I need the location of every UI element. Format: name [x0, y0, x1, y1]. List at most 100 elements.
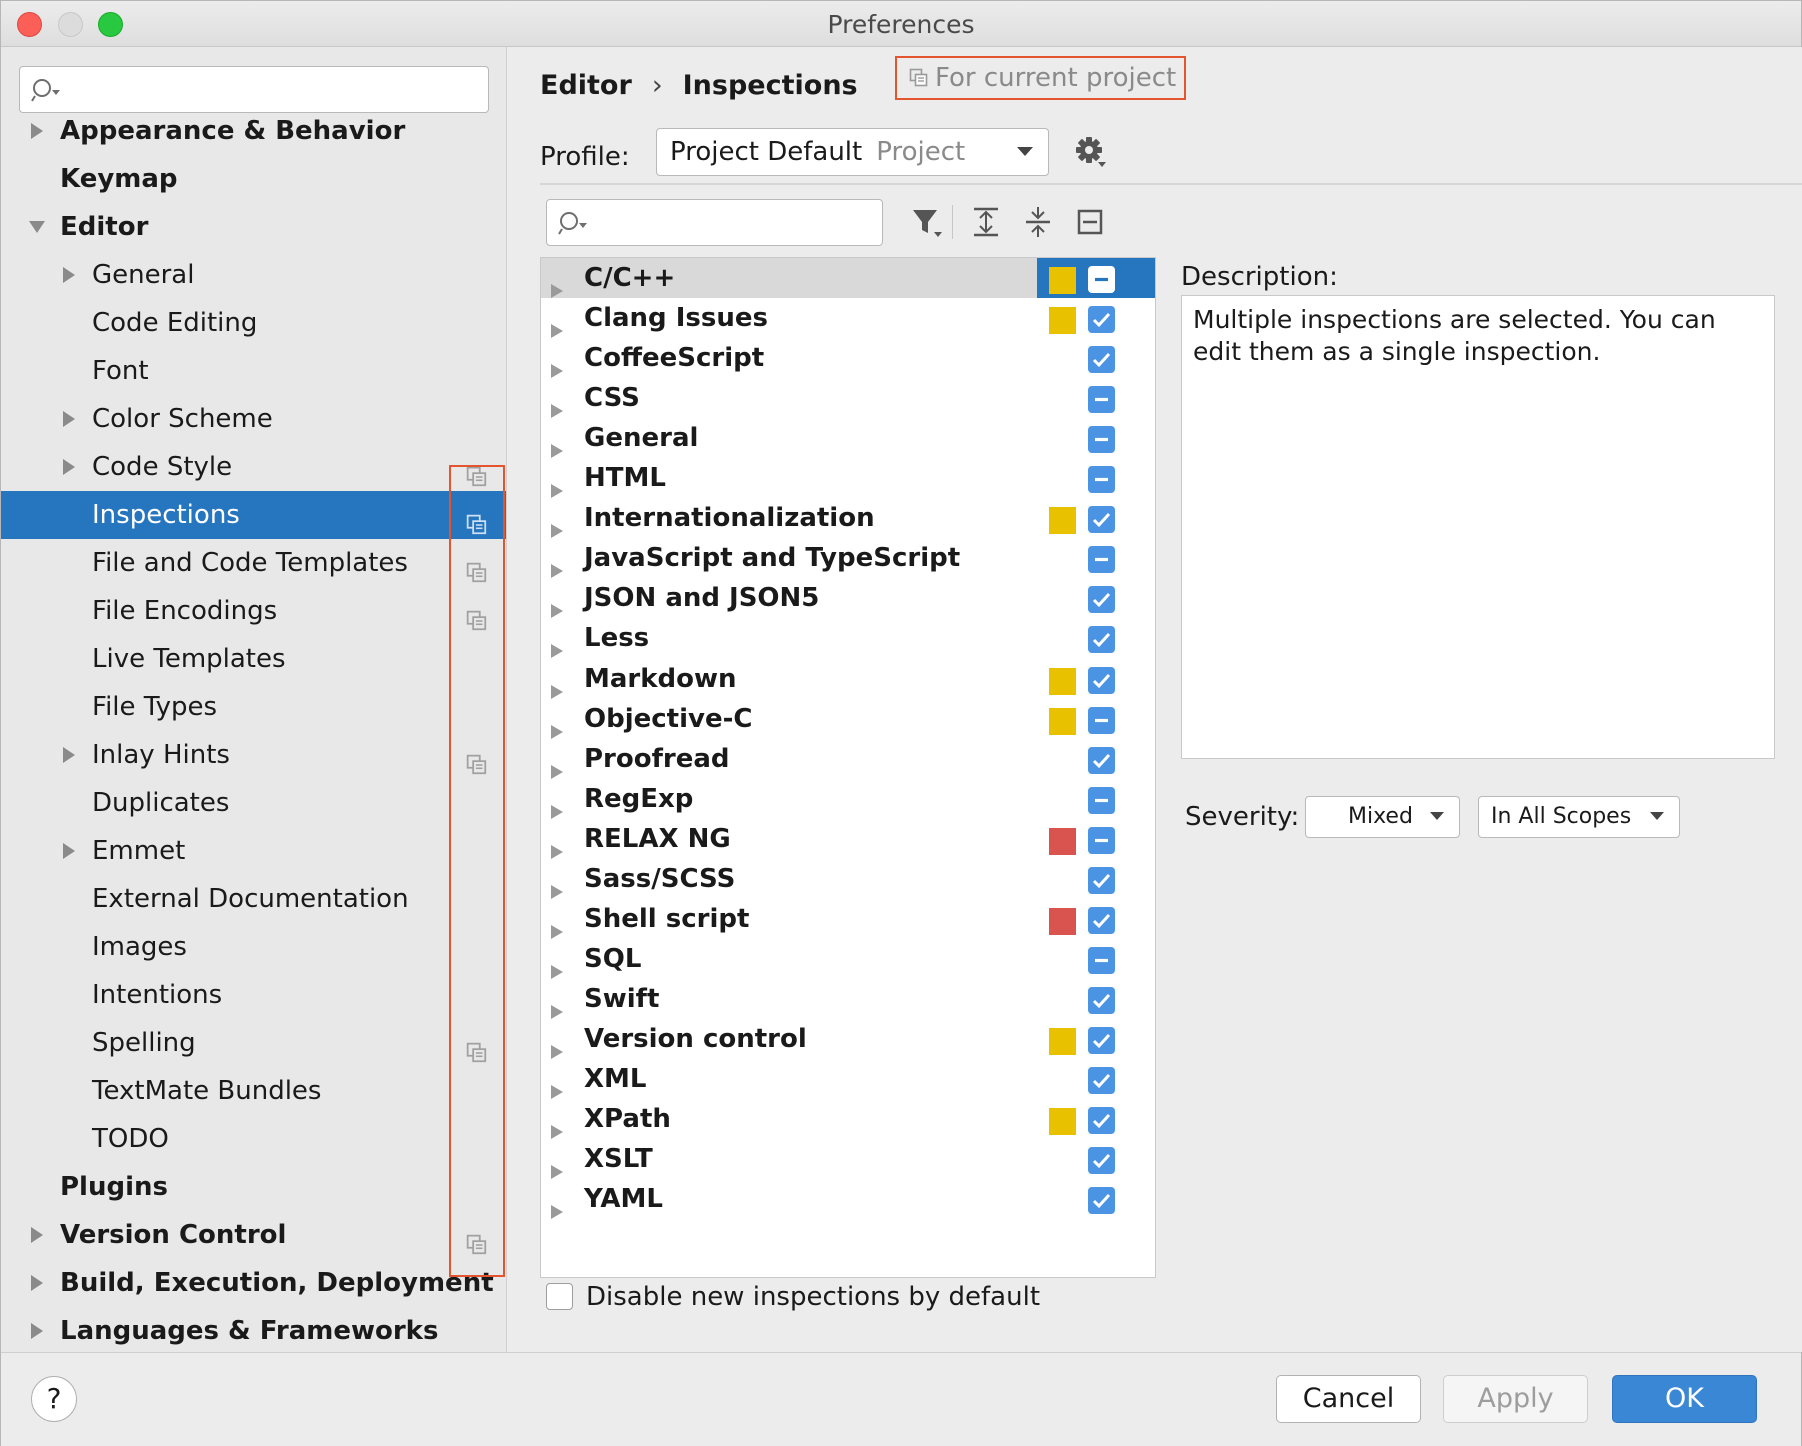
sidebar-item-inlay-hints[interactable]: Inlay Hints: [1, 731, 506, 779]
chevron-right-icon[interactable]: [28, 1259, 48, 1307]
chevron-right-icon[interactable]: [60, 731, 80, 779]
mixed-state-checkbox[interactable]: [1088, 386, 1115, 413]
chevron-right-icon[interactable]: [549, 1192, 565, 1232]
sidebar-item-editor[interactable]: Editor: [1, 203, 506, 251]
mixed-state-checkbox[interactable]: [1088, 827, 1115, 854]
enabled-checkbox[interactable]: [1088, 346, 1115, 373]
chevron-right-icon[interactable]: [60, 443, 80, 491]
inspection-row-css[interactable]: CSS: [541, 378, 1155, 418]
enabled-checkbox[interactable]: [1088, 1067, 1115, 1094]
chevron-right-icon[interactable]: [60, 827, 80, 875]
sidebar-item-build-execution-deployment[interactable]: Build, Execution, Deployment: [1, 1259, 506, 1307]
disable-new-inspections-label[interactable]: Disable new inspections by default: [586, 1277, 1040, 1317]
enabled-checkbox[interactable]: [1088, 306, 1115, 333]
expand-all-icon[interactable]: [966, 202, 1006, 242]
mixed-state-checkbox[interactable]: [1088, 787, 1115, 814]
inspection-row-coffeescript[interactable]: CoffeeScript: [541, 338, 1155, 378]
severity-select[interactable]: Mixed: [1305, 796, 1460, 838]
ok-button[interactable]: OK: [1612, 1375, 1757, 1423]
sidebar-item-inspections[interactable]: Inspections: [1, 491, 506, 539]
chevron-right-icon[interactable]: [60, 395, 80, 443]
inspection-row-sql[interactable]: SQL: [541, 939, 1155, 979]
enabled-checkbox[interactable]: [1088, 1107, 1115, 1134]
mixed-state-checkbox[interactable]: [1088, 546, 1115, 573]
sidebar-item-spelling[interactable]: Spelling: [1, 1019, 506, 1067]
inspections-search-input[interactable]: [546, 199, 883, 246]
inspection-row-less[interactable]: Less: [541, 618, 1155, 658]
sidebar-item-plugins[interactable]: Plugins: [1, 1163, 506, 1211]
sidebar-item-todo[interactable]: TODO: [1, 1115, 506, 1163]
sidebar-item-version-control[interactable]: Version Control: [1, 1211, 506, 1259]
sidebar-item-keymap[interactable]: Keymap: [1, 155, 506, 203]
inspection-row-general[interactable]: General: [541, 418, 1155, 458]
sidebar-item-external-documentation[interactable]: External Documentation: [1, 875, 506, 923]
scope-select[interactable]: In All Scopes: [1478, 796, 1680, 838]
mixed-state-checkbox[interactable]: [1088, 266, 1115, 293]
sidebar-item-textmate-bundles[interactable]: TextMate Bundles: [1, 1067, 506, 1115]
chevron-right-icon[interactable]: [28, 107, 48, 155]
inspection-row-objective-c[interactable]: Objective-C: [541, 699, 1155, 739]
profile-select[interactable]: Project Default Project: [656, 128, 1049, 176]
inspection-row-sass-scss[interactable]: Sass/SCSS: [541, 859, 1155, 899]
enabled-checkbox[interactable]: [1088, 867, 1115, 894]
enabled-checkbox[interactable]: [1088, 586, 1115, 613]
chevron-right-icon[interactable]: [28, 1307, 48, 1352]
enabled-checkbox[interactable]: [1088, 907, 1115, 934]
sidebar-item-images[interactable]: Images: [1, 923, 506, 971]
sidebar-item-live-templates[interactable]: Live Templates: [1, 635, 506, 683]
sidebar-item-emmet[interactable]: Emmet: [1, 827, 506, 875]
enabled-checkbox[interactable]: [1088, 987, 1115, 1014]
sidebar-item-file-encodings[interactable]: File Encodings: [1, 587, 506, 635]
mixed-state-checkbox[interactable]: [1088, 707, 1115, 734]
inspection-row-shell-script[interactable]: Shell script: [541, 899, 1155, 939]
inspection-row-yaml[interactable]: YAML: [541, 1179, 1155, 1219]
reset-to-empty-icon[interactable]: [1070, 202, 1110, 242]
inspection-row-clang-issues[interactable]: Clang Issues: [541, 298, 1155, 338]
inspection-row-html[interactable]: HTML: [541, 458, 1155, 498]
inspection-row-proofread[interactable]: Proofread: [541, 739, 1155, 779]
mixed-state-checkbox[interactable]: [1088, 947, 1115, 974]
breadcrumb-parent[interactable]: Editor: [540, 70, 632, 101]
chevron-right-icon[interactable]: [28, 1211, 48, 1259]
enabled-checkbox[interactable]: [1088, 1027, 1115, 1054]
cancel-button[interactable]: Cancel: [1276, 1375, 1421, 1423]
enabled-checkbox[interactable]: [1088, 1147, 1115, 1174]
inspection-row-xml[interactable]: XML: [541, 1059, 1155, 1099]
inspection-row-xpath[interactable]: XPath: [541, 1099, 1155, 1139]
inspection-row-c-c[interactable]: C/C++: [541, 258, 1155, 298]
sidebar-item-general[interactable]: General: [1, 251, 506, 299]
sidebar-item-code-editing[interactable]: Code Editing: [1, 299, 506, 347]
sidebar-item-languages-frameworks[interactable]: Languages & Frameworks: [1, 1307, 506, 1352]
apply-button[interactable]: Apply: [1443, 1375, 1588, 1423]
mixed-state-checkbox[interactable]: [1088, 426, 1115, 453]
sidebar-item-color-scheme[interactable]: Color Scheme: [1, 395, 506, 443]
enabled-checkbox[interactable]: [1088, 1187, 1115, 1214]
chevron-right-icon[interactable]: [60, 251, 80, 299]
sidebar-item-font[interactable]: Font: [1, 347, 506, 395]
enabled-checkbox[interactable]: [1088, 506, 1115, 533]
inspection-row-xslt[interactable]: XSLT: [541, 1139, 1155, 1179]
enabled-checkbox[interactable]: [1088, 626, 1115, 653]
help-button[interactable]: ?: [31, 1376, 77, 1422]
disable-new-inspections-checkbox[interactable]: [546, 1283, 573, 1310]
inspection-row-swift[interactable]: Swift: [541, 979, 1155, 1019]
enabled-checkbox[interactable]: [1088, 747, 1115, 774]
sidebar-item-appearance-behavior[interactable]: Appearance & Behavior: [1, 107, 506, 155]
settings-search-input[interactable]: [19, 66, 489, 113]
mixed-state-checkbox[interactable]: [1088, 466, 1115, 493]
inspection-row-javascript-and-typescript[interactable]: JavaScript and TypeScript: [541, 538, 1155, 578]
gear-icon[interactable]: [1074, 135, 1108, 169]
filter-icon[interactable]: [907, 202, 947, 242]
inspection-row-markdown[interactable]: Markdown: [541, 659, 1155, 699]
inspection-row-regexp[interactable]: RegExp: [541, 779, 1155, 819]
inspection-row-internationalization[interactable]: Internationalization: [541, 498, 1155, 538]
sidebar-item-code-style[interactable]: Code Style: [1, 443, 506, 491]
inspection-row-version-control[interactable]: Version control: [541, 1019, 1155, 1059]
collapse-all-icon[interactable]: [1018, 202, 1058, 242]
chevron-down-icon[interactable]: [28, 203, 48, 251]
sidebar-item-file-types[interactable]: File Types: [1, 683, 506, 731]
sidebar-item-intentions[interactable]: Intentions: [1, 971, 506, 1019]
inspection-row-relax-ng[interactable]: RELAX NG: [541, 819, 1155, 859]
sidebar-item-duplicates[interactable]: Duplicates: [1, 779, 506, 827]
sidebar-item-file-and-code-templates[interactable]: File and Code Templates: [1, 539, 506, 587]
